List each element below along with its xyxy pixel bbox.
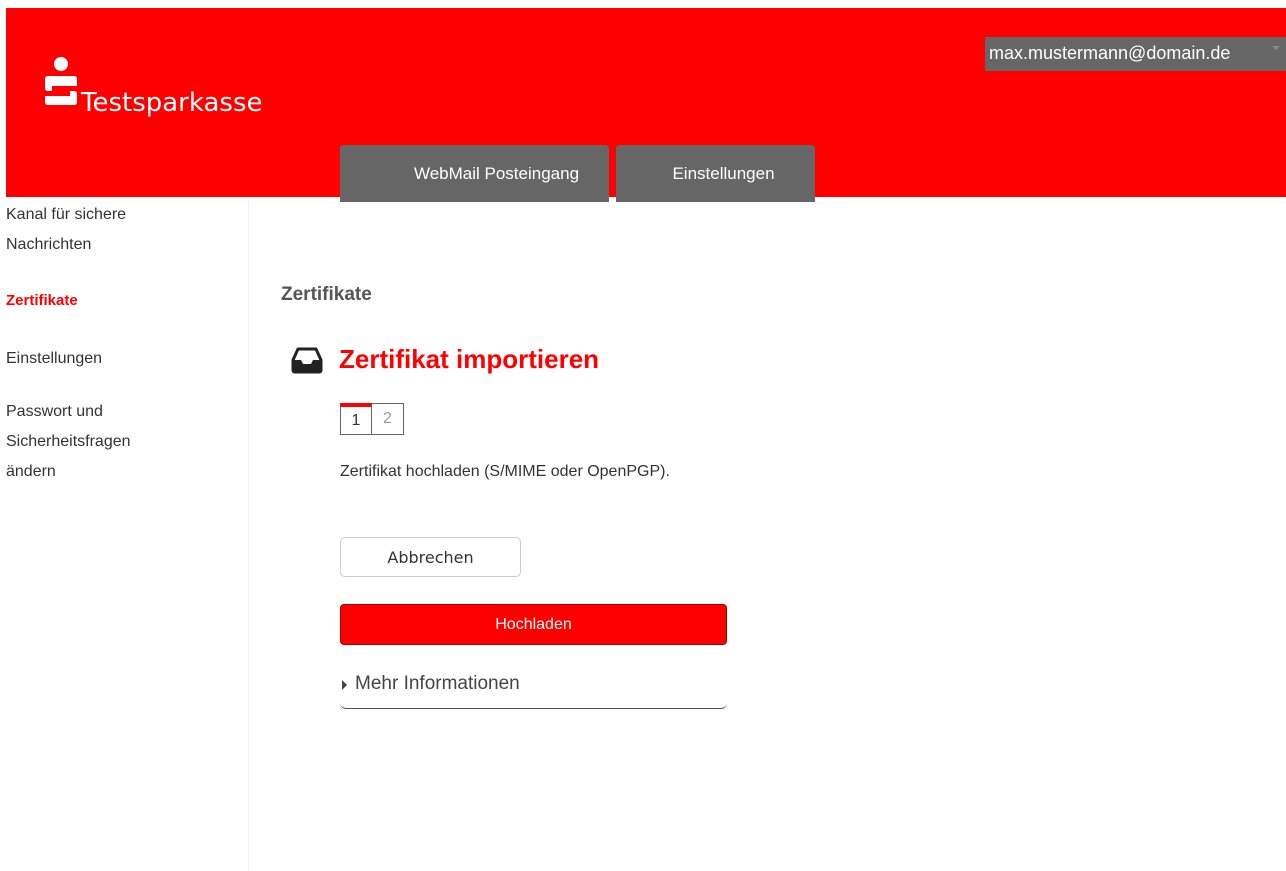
tray-icon (291, 347, 323, 373)
sidebar-item-label-line: Passwort und (6, 403, 103, 420)
step-current: 1 (340, 403, 372, 435)
brand-name: Testsparkasse (81, 88, 263, 118)
section-title: Zertifikat importieren (339, 344, 600, 374)
page-title: Zertifikate (281, 284, 372, 305)
sidebar-item-settings[interactable]: Einstellungen (6, 344, 176, 374)
sidebar-item-certificates[interactable]: Zertifikate (6, 286, 176, 316)
cancel-button[interactable]: Abbrechen (340, 537, 521, 577)
upload-button[interactable]: Hochladen (340, 604, 727, 645)
sidebar-item-password-security[interactable]: Passwort und Sicherheitsfragen ändern (6, 397, 176, 487)
account-menu[interactable]: max.mustermann@domain.de (985, 37, 1286, 71)
step-description: Zertifikat hochladen (S/MIME oder OpenPG… (340, 463, 670, 480)
tab-label: WebMail Posteingang (413, 163, 580, 183)
caret-down-icon (1272, 46, 1280, 50)
tab-webmail-inbox[interactable]: WebMail Posteingang (340, 145, 609, 202)
account-email: max.mustermann@domain.de (989, 43, 1231, 63)
more-info-toggle[interactable]: Mehr Informationen (340, 666, 727, 709)
sidebar-item-label: Zertifikate (6, 292, 78, 309)
content-divider (248, 200, 249, 871)
tab-settings[interactable]: Einstellungen (616, 145, 815, 202)
sidebar-item-label: Einstellungen (6, 350, 103, 367)
sparkasse-logo-icon (45, 57, 77, 105)
caret-right-icon (342, 680, 347, 690)
tab-label: Einstellungen (672, 163, 775, 183)
sidebar-item-label-line: Kanal für sichere (6, 206, 127, 223)
sidebar-item-label-line: Nachrichten (6, 236, 92, 253)
section-header: Zertifikat importieren (291, 344, 599, 375)
step-indicator: 1 2 (340, 403, 404, 435)
brand-logo[interactable]: Testsparkasse (44, 56, 263, 118)
sidebar-item-label-line: Sicherheitsfragen (6, 433, 131, 450)
sidebar-item-label-line: ändern (6, 463, 56, 480)
step-next: 2 (372, 403, 404, 435)
sidebar-item-secure-channel[interactable]: Kanal für sichere Nachrichten (6, 200, 176, 260)
more-info-label: Mehr Informationen (355, 673, 520, 694)
